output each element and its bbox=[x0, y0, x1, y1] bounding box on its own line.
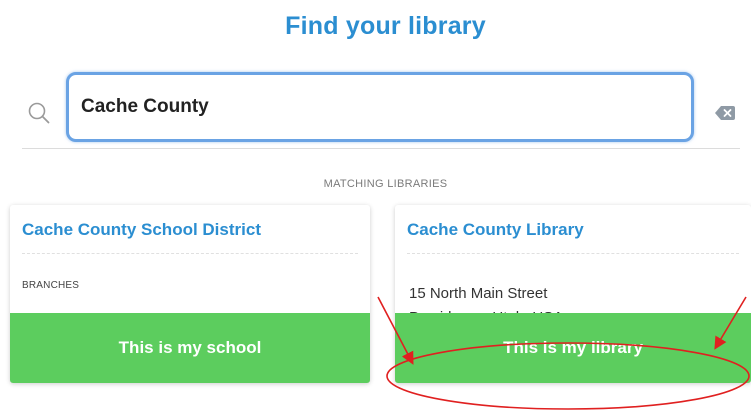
library-card-title[interactable]: Cache County Library bbox=[407, 220, 584, 240]
page-title: Find your library bbox=[285, 12, 486, 40]
address-line-1: 15 North Main Street bbox=[409, 285, 548, 302]
this-is-my-library-button[interactable]: This is my library bbox=[395, 313, 751, 383]
matching-libraries-label: MATCHING LIBRARIES bbox=[323, 178, 448, 190]
library-card-title[interactable]: Cache County School District bbox=[22, 220, 261, 240]
card-divider bbox=[22, 253, 358, 254]
library-card-school-district: Cache County School District BRANCHES Th… bbox=[10, 205, 370, 383]
library-card-county-library: Cache County Library 15 North Main Stree… bbox=[395, 205, 751, 383]
backspace-clear-icon[interactable] bbox=[715, 106, 735, 120]
branches-label: BRANCHES bbox=[22, 280, 80, 291]
card-divider bbox=[407, 253, 739, 254]
find-library-page: Find your library MATCHING LIBRARIES Cac… bbox=[0, 0, 751, 410]
this-is-my-school-button[interactable]: This is my school bbox=[10, 313, 370, 383]
search-icon bbox=[28, 102, 50, 124]
search-input[interactable] bbox=[66, 72, 694, 142]
search-bar bbox=[22, 72, 740, 149]
